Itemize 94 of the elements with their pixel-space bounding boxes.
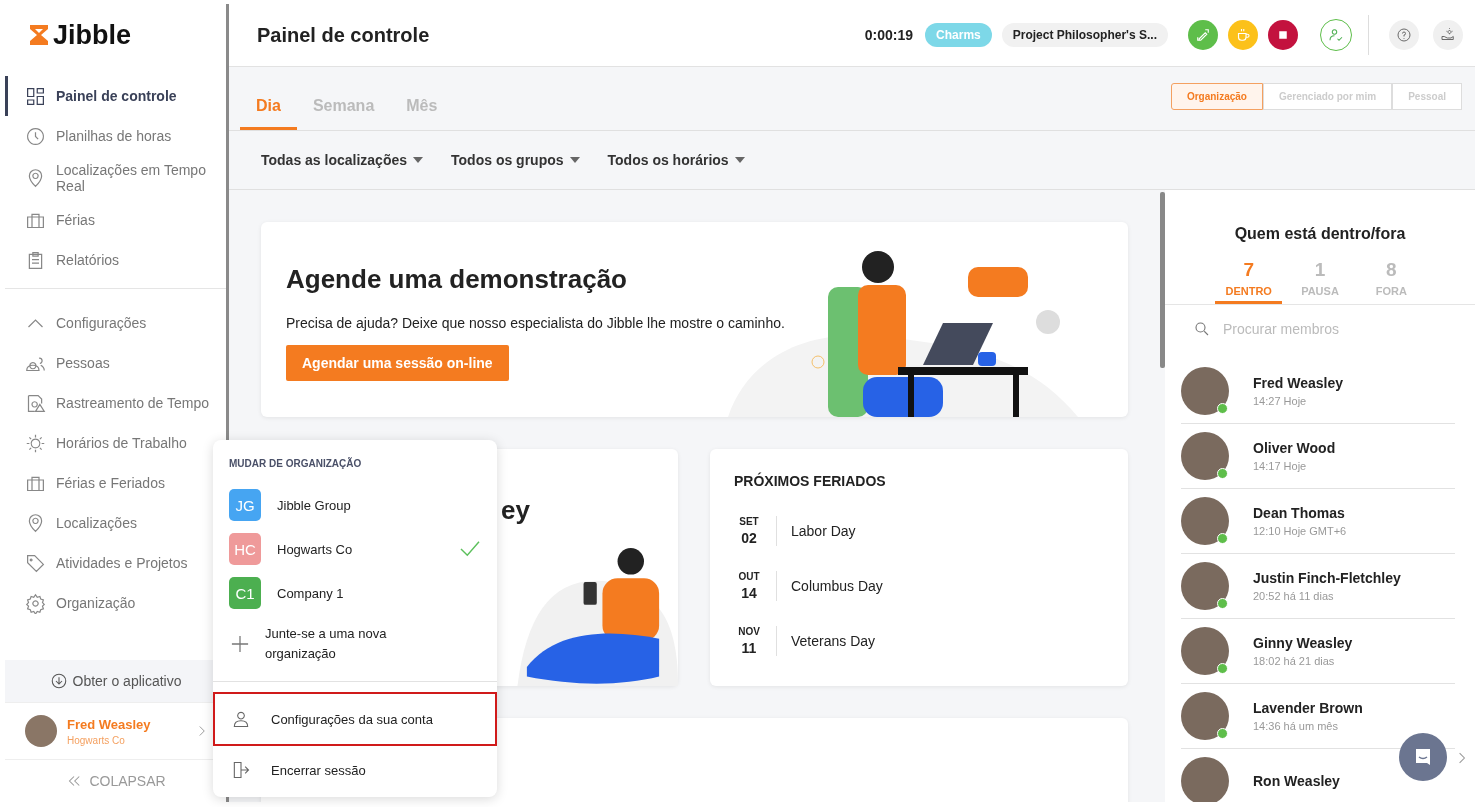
logout-icon: [231, 760, 251, 780]
holiday-name: Columbus Day: [791, 577, 883, 594]
filter-dropdown[interactable]: Todos os horários: [607, 152, 745, 168]
avatar-photo-placeholder: [1181, 692, 1229, 740]
holiday-day: 11: [741, 639, 757, 656]
sidebar-item[interactable]: Planilhas de horas: [5, 116, 226, 156]
member-time: 14:36 há um mês: [1253, 720, 1339, 732]
sidebar-item[interactable]: Rastreamento de Tempo: [5, 383, 226, 423]
member-name: Ginny Weasley: [1253, 635, 1353, 651]
caret-down-icon: [569, 157, 580, 163]
avatar-photo-placeholder: [1181, 562, 1229, 610]
person-check-icon: [1327, 26, 1345, 44]
person-icon: [231, 709, 251, 729]
chevron-right-icon[interactable]: [1458, 751, 1466, 765]
schedule-session-button[interactable]: Agendar uma sessão on-line: [286, 345, 509, 381]
avatar-photo-placeholder: [1181, 497, 1229, 545]
project-tag[interactable]: Project Philosopher's S...: [1001, 23, 1168, 47]
holiday-month: NOV: [738, 625, 760, 637]
organization-initials: C1: [229, 577, 261, 609]
member-name: Ron Weasley: [1253, 773, 1340, 789]
avatar-photo-placeholder: [1181, 432, 1229, 480]
holiday-name: Veterans Day: [791, 632, 876, 649]
card-title: ey: [501, 495, 530, 526]
organization-initials: JG: [229, 489, 261, 521]
scope-toggle[interactable]: Organização: [1170, 83, 1263, 110]
member-name: Justin Finch-Fletchley: [1253, 570, 1401, 586]
sidebar-item[interactable]: Horários de Trabalho: [5, 423, 226, 463]
timer: 0:00:19: [864, 27, 914, 43]
sidebar-item[interactable]: Férias: [5, 200, 226, 240]
break-button[interactable]: [1228, 20, 1258, 50]
member-time: 12:10 Hoje GMT+6: [1253, 525, 1347, 537]
settings-toggle[interactable]: Configurações: [5, 303, 226, 343]
filter-dropdown[interactable]: Todos os grupos: [451, 152, 580, 168]
plus-icon: [231, 635, 249, 653]
tracking-icon: [25, 392, 46, 414]
demo-title: Agende uma demonstração: [286, 264, 628, 295]
switch-activity-button[interactable]: [1188, 20, 1218, 50]
clock-icon: [25, 125, 46, 147]
sidebar-item[interactable]: Pessoas: [5, 343, 226, 383]
jibble-logo[interactable]: Jibble: [5, 4, 226, 66]
account-settings-item[interactable]: Configurações da sua conta: [213, 692, 497, 746]
user-organization: Hogwarts Co: [67, 734, 126, 746]
holiday-name: Labor Day: [791, 522, 856, 539]
member-name: Lavender Brown: [1253, 700, 1363, 716]
attendance-button[interactable]: [1320, 19, 1352, 51]
sidebar-item[interactable]: Painel de controle: [5, 76, 226, 116]
sidebar-item[interactable]: Localizações em Tempo Real: [5, 156, 226, 200]
member-time: 14:17 Hoje: [1253, 460, 1308, 472]
menu-heading: MUDAR DE ORGANIZAÇÃO: [228, 458, 363, 471]
caret-down-icon: [734, 157, 745, 163]
sidebar-item[interactable]: Relatórios: [5, 240, 226, 280]
avatar-photo-placeholder: [1181, 627, 1229, 675]
sun-icon: [25, 432, 46, 454]
settings-button[interactable]: [1433, 20, 1463, 50]
tag-icon: [25, 552, 46, 574]
holiday-day: 02: [741, 529, 757, 546]
member-row[interactable]: Justin Finch-Fletchley 20:52 há 11 dias: [1181, 554, 1455, 619]
avatar-photo-placeholder: [25, 715, 57, 747]
caret-down-icon: [413, 157, 424, 163]
member-time: 14:27 Hoje: [1253, 395, 1308, 407]
member-row[interactable]: Oliver Wood 14:17 Hoje: [1181, 424, 1455, 489]
search-icon: [1193, 320, 1211, 338]
member-name: Fred Weasley: [1253, 375, 1343, 391]
status-tab[interactable]: 7 DENTRO: [1215, 259, 1283, 304]
member-row[interactable]: Ginny Weasley 18:02 há 21 dias: [1181, 619, 1455, 684]
member-name: Dean Thomas: [1253, 505, 1346, 521]
member-name: Oliver Wood: [1253, 440, 1336, 456]
stop-button[interactable]: [1268, 20, 1298, 50]
filter-dropdown[interactable]: Todas as localizações: [261, 152, 424, 168]
pencil-arrows-icon: [1194, 26, 1212, 44]
holiday-month: OUT: [738, 570, 760, 582]
avatar-photo-placeholder: [1181, 757, 1229, 802]
user-name: Fred Weasley: [67, 716, 152, 732]
member-time: 18:02 há 21 dias: [1253, 655, 1336, 667]
help-button[interactable]: [1389, 20, 1419, 50]
chevron-right-icon: [198, 725, 206, 737]
avatar-photo-placeholder: [1181, 367, 1229, 415]
scrollbar-thumb[interactable]: [1160, 192, 1165, 368]
period-tab[interactable]: Dia: [240, 89, 297, 130]
member-row[interactable]: Fred Weasley 14:27 Hoje: [1181, 359, 1455, 424]
dashboard-icon: [25, 85, 46, 107]
gear-icon: [25, 592, 46, 614]
hourglass-icon: [27, 23, 51, 47]
member-time: 20:52 há 11 dias: [1253, 590, 1335, 602]
page-title: Painel de controle: [257, 23, 430, 47]
organization-initials: HC: [229, 533, 261, 565]
member-row[interactable]: Dean Thomas 12:10 Hoje GMT+6: [1181, 489, 1455, 554]
download-icon: [49, 672, 68, 690]
holiday-month: SET: [739, 515, 759, 527]
question-icon: [1395, 26, 1413, 44]
demo-description: Precisa de ajuda? Deixe que nosso especialista do Jibble lhe mostre o caminho.: [286, 315, 785, 331]
holidays-title: PRÓXIMOS FERIADOS: [734, 473, 887, 489]
panel-title: Quem está dentro/fora: [1233, 225, 1407, 243]
holiday-day: 14: [741, 584, 757, 601]
